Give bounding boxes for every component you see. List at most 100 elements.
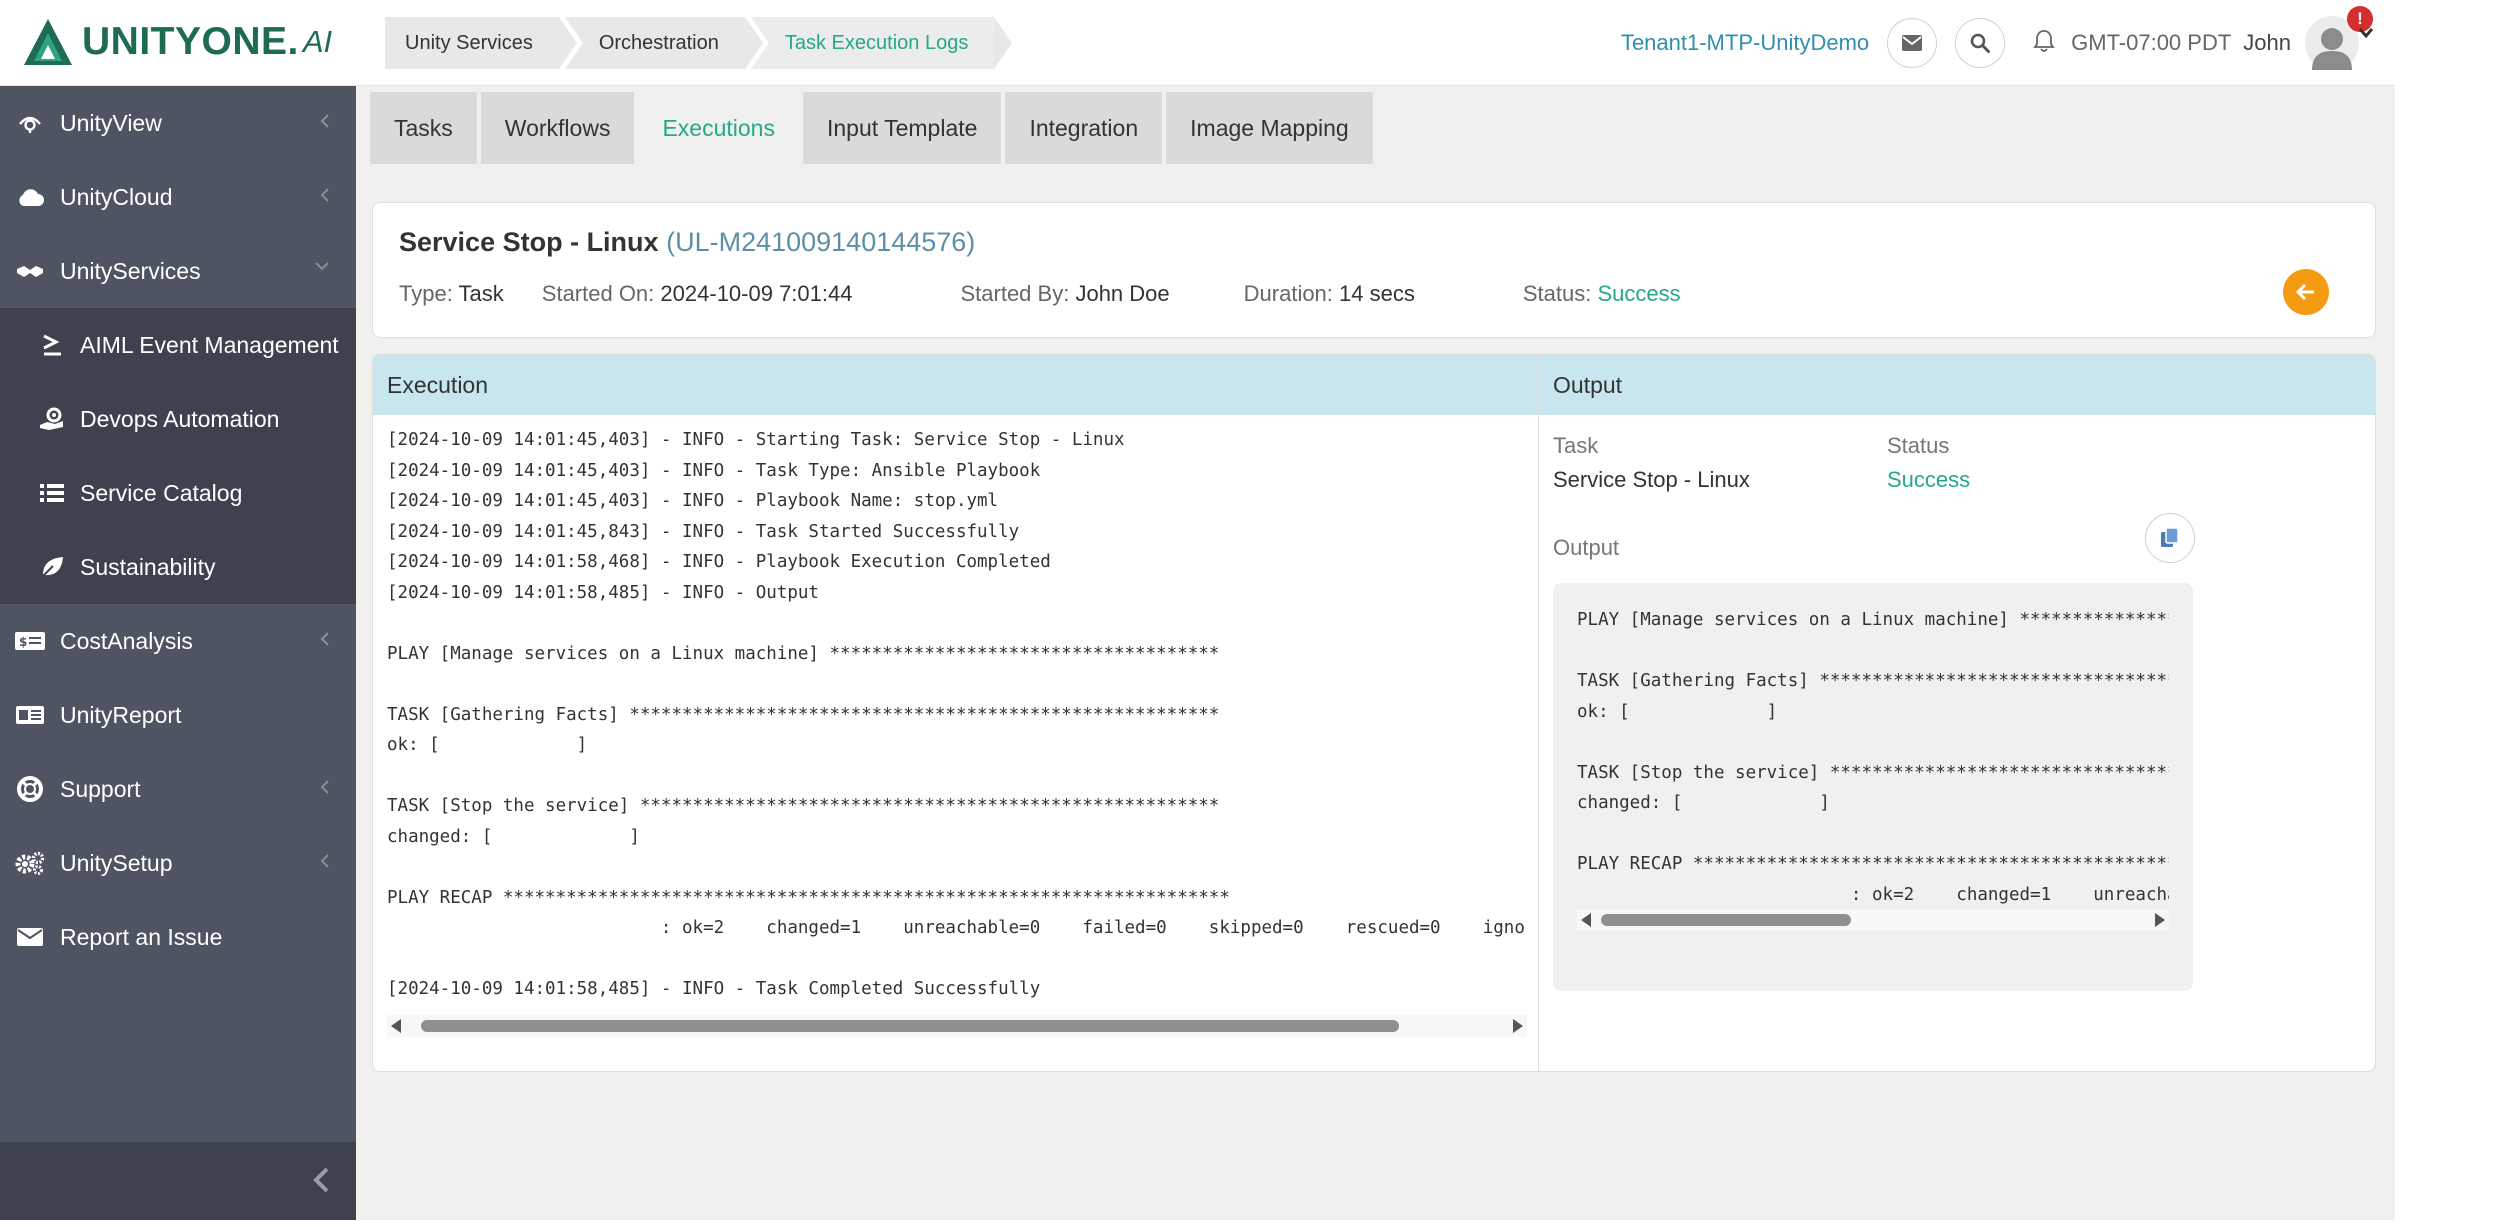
- chevron-left-icon: [320, 780, 329, 794]
- user-avatar[interactable]: !: [2305, 6, 2373, 70]
- brand-suffix: AI: [302, 24, 333, 59]
- scroll-right-icon[interactable]: [2155, 913, 2165, 927]
- header-tools: Tenant1-MTP-UnityDemo GMT-07:00 PDT John: [1621, 0, 2395, 86]
- output-log[interactable]: PLAY [Manage services on a Linux machine…: [1577, 605, 2169, 935]
- sidebar-item-report-an-issue[interactable]: Report an Issue: [0, 900, 356, 974]
- user-avatar-icon: [2312, 28, 2352, 70]
- output-heading: Output: [1539, 355, 2375, 415]
- sidebar-item-unityview[interactable]: UnityView: [0, 86, 356, 160]
- sidebar-item-label: UnityView: [60, 109, 162, 136]
- meta-type: Type: Task: [399, 281, 504, 307]
- execution-log[interactable]: [2024-10-09 14:01:45,403] - INFO - Start…: [387, 425, 1527, 1005]
- output-log-scrollbar[interactable]: [1577, 909, 2169, 931]
- search-icon: [1970, 33, 1991, 53]
- output-column: Output Task Status Service Stop - Linux …: [1539, 355, 2375, 1071]
- output-status-value: Success: [1887, 467, 1971, 492]
- scrollbar-thumb[interactable]: [1601, 914, 1851, 926]
- notifications-button[interactable]: [2033, 29, 2055, 58]
- sidebar-item-label: UnityCloud: [60, 183, 173, 210]
- status-badge: Success: [1597, 281, 1681, 306]
- messages-button[interactable]: [1887, 18, 1938, 68]
- cloud-icon: [14, 181, 46, 213]
- brand-logo[interactable]: UNITYONE. AI: [22, 12, 332, 72]
- output-section-label: Output: [1553, 535, 1620, 560]
- chevron-left-icon: [320, 854, 329, 868]
- scroll-left-icon[interactable]: [1581, 913, 1591, 927]
- log-line: : ok=2 changed=1 unreachable=0 failed=0 …: [387, 918, 1527, 938]
- output-log-box: PLAY [Manage services on a Linux machine…: [1553, 583, 2193, 991]
- scroll-left-icon[interactable]: [391, 1019, 401, 1033]
- tab-workflows[interactable]: Workflows: [480, 92, 635, 164]
- sidebar-subitem-label: AIML Event Management: [80, 331, 339, 358]
- chevron-left-icon: [320, 114, 329, 128]
- collapse-sidebar-icon[interactable]: [312, 1166, 330, 1194]
- chevron-down-icon: [315, 262, 329, 271]
- sidebar-item-costanalysis[interactable]: $ CostAnalysis: [0, 604, 356, 678]
- log-line: ok: [ ]: [387, 735, 588, 755]
- main-content: Tasks Workflows Executions Input Templat…: [356, 86, 2395, 1220]
- gears-icon: [14, 847, 46, 879]
- sidebar-item-unitycloud[interactable]: UnityCloud: [0, 160, 356, 234]
- sidebar-item-unityreport[interactable]: UnityReport: [0, 678, 356, 752]
- breadcrumb-orchestration[interactable]: Orchestration: [564, 17, 763, 69]
- chevron-left-icon: [320, 632, 329, 646]
- sidebar-item-support[interactable]: Support: [0, 752, 356, 826]
- chevron-down-icon[interactable]: [2359, 28, 2373, 38]
- sidebar-subitem-label: Service Catalog: [80, 479, 243, 506]
- handshake-icon: [14, 255, 46, 287]
- search-button[interactable]: [1955, 18, 2006, 68]
- output-status-label: Status: [1887, 433, 1950, 458]
- sidebar-item-unitysetup[interactable]: UnitySetup: [0, 826, 356, 900]
- copy-output-button[interactable]: [2145, 513, 2195, 563]
- execution-heading: Execution: [373, 355, 1538, 415]
- breadcrumb-unity-services[interactable]: Unity Services: [385, 17, 577, 69]
- chevron-left-icon: [320, 188, 329, 202]
- tab-image-mapping[interactable]: Image Mapping: [1166, 92, 1373, 164]
- execution-summary-card: Service Stop - Linux (UL-M24100914014457…: [372, 202, 2376, 338]
- tab-input-template[interactable]: Input Template: [802, 92, 1002, 164]
- log-line: TASK [Gathering Facts] *****************…: [1577, 671, 2169, 691]
- sidebar-item-unityservices[interactable]: UnityServices: [0, 234, 356, 308]
- back-button[interactable]: [2283, 269, 2329, 315]
- execution-log-scrollbar[interactable]: [387, 1015, 1527, 1037]
- unityservices-submenu: AIML Event Management Devops Automation …: [0, 308, 356, 604]
- meta-started-on: Started On: 2024-10-09 7:01:44: [542, 281, 853, 307]
- meta-duration-label: Duration:: [1243, 281, 1333, 306]
- tab-integration[interactable]: Integration: [1005, 92, 1163, 164]
- sidebar-item-devops-automation[interactable]: Devops Automation: [0, 382, 356, 456]
- breadcrumb-task-execution-logs[interactable]: Task Execution Logs: [750, 17, 1013, 69]
- log-line: [2024-10-09 14:01:58,468] - INFO - Playb…: [387, 552, 1051, 572]
- lifebuoy-icon: [14, 773, 46, 805]
- tenant-selector[interactable]: Tenant1-MTP-UnityDemo: [1621, 30, 1869, 56]
- arrow-left-icon: [2296, 283, 2314, 301]
- sidebar-item-sustainability[interactable]: Sustainability: [0, 530, 356, 604]
- log-line: : ok=2 changed=1 unreachable=0 failed=0: [1850, 884, 2169, 905]
- sidebar-item-label: UnityServices: [60, 257, 201, 284]
- hand-gear-icon: [36, 403, 68, 435]
- page-title: Service Stop - Linux (UL-M24100914014457…: [399, 227, 975, 258]
- user-name[interactable]: John: [2243, 30, 2291, 56]
- log-line: [2024-10-09 14:01:58,485] - INFO - Task …: [387, 979, 1041, 999]
- scrollbar-thumb[interactable]: [421, 1020, 1399, 1032]
- log-line: PLAY RECAP *****************************…: [1577, 854, 2169, 874]
- meta-started-by: Started By: John Doe: [960, 281, 1169, 307]
- sidebar-item-service-catalog[interactable]: Service Catalog: [0, 456, 356, 530]
- log-line: [2024-10-09 14:01:58,485] - INFO - Outpu…: [387, 582, 819, 603]
- tab-executions[interactable]: Executions: [638, 92, 799, 164]
- log-line: [2024-10-09 14:01:45,403] - INFO - Task …: [387, 460, 1041, 481]
- meta-status: Status: Success: [1523, 281, 1681, 307]
- output-task-value: Service Stop - Linux: [1553, 467, 1750, 492]
- tab-tasks[interactable]: Tasks: [370, 92, 477, 164]
- scroll-right-icon[interactable]: [1513, 1019, 1523, 1033]
- sidebar-subitem-label: Sustainability: [80, 553, 216, 580]
- timezone-label: GMT-07:00 PDT: [2071, 30, 2232, 55]
- sidebar-item-aiml-event-management[interactable]: AIML Event Management: [0, 308, 356, 382]
- meta-type-label: Type:: [399, 281, 453, 306]
